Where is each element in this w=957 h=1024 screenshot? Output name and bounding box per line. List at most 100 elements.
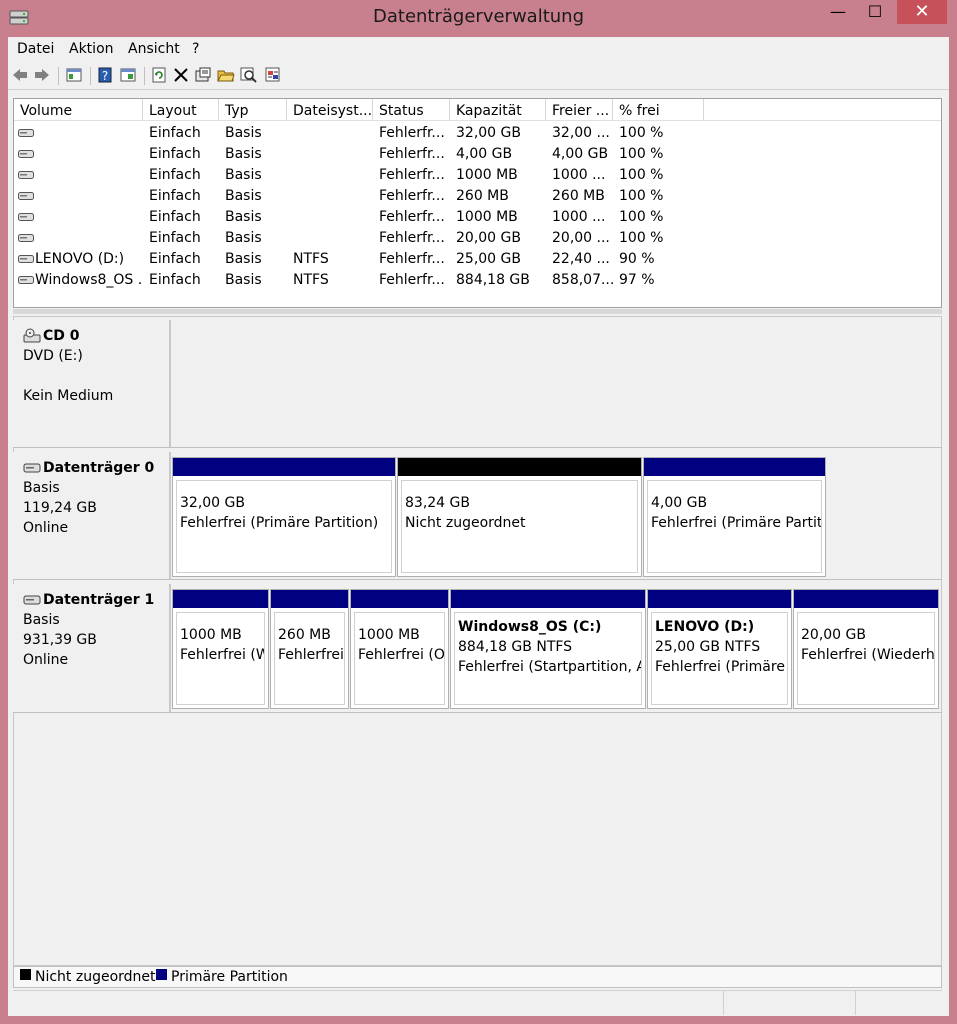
minimize-button[interactable]: — xyxy=(818,0,858,24)
volume-cell: Windows8_OS ... xyxy=(35,272,143,288)
volume-row[interactable]: Einfach Basis Fehlerfr... 260 MB 260 MB 100 % xyxy=(14,186,941,207)
volume-cell: Einfach xyxy=(149,230,201,246)
partition-size: 884,18 GB NTFS xyxy=(458,639,573,655)
volume-row[interactable]: Einfach Basis Fehlerfr... 4,00 GB 4,00 GB 100… xyxy=(14,144,941,165)
volume-cell xyxy=(35,207,143,228)
menu-bar: Datei Aktion Ansicht ? xyxy=(8,37,949,62)
partition-details: LENOVO (D:) 25,00 GB NTFS Fehlerfrei (Prim… xyxy=(651,612,788,705)
forward-icon[interactable] xyxy=(33,66,51,84)
volume-row[interactable]: Einfach Basis Fehlerfr... 20,00 GB 20,00 ...… xyxy=(14,228,941,249)
column-header-freier[interactable]: Freier ... xyxy=(546,99,613,121)
column-header-layout[interactable]: Layout xyxy=(143,99,219,121)
column-header-kapazitaet[interactable]: Kapazität xyxy=(450,99,546,121)
status-bar xyxy=(13,990,942,1015)
partition-color-bar xyxy=(648,590,791,608)
volume-cell: 1000 ... xyxy=(552,209,606,225)
pane-splitter[interactable] xyxy=(13,309,942,314)
volume-cell: Basis xyxy=(225,251,262,267)
settings-icon[interactable] xyxy=(264,66,282,84)
disk-info-1[interactable]: Datenträger 1 Basis 931,39 GB Online xyxy=(13,584,171,712)
volume-row[interactable]: Einfach Basis Fehlerfr... 1000 MB 1000 ... 10… xyxy=(14,165,941,186)
volume-cell: 32,00 ... xyxy=(552,125,610,141)
disk-type: DVD (E:) xyxy=(23,348,83,364)
volume-cell: 100 % xyxy=(619,146,664,162)
column-header-typ[interactable]: Typ xyxy=(219,99,287,121)
partition-disk0-2[interactable]: 4,00 GB Fehlerfrei (Primäre Partition) xyxy=(643,457,826,577)
menu-aktion[interactable]: Aktion xyxy=(69,41,114,57)
close-button[interactable]: ✕ xyxy=(897,0,947,24)
volume-cell: 100 % xyxy=(619,125,664,141)
volume-cell: 100 % xyxy=(619,167,664,183)
partition-color-bar xyxy=(451,590,645,608)
partition-disk1-0[interactable]: 1000 MB Fehlerfrei (Wiederherstellungspar… xyxy=(172,589,269,709)
volume-cell: 1000 ... xyxy=(552,167,606,183)
partition-disk1-2[interactable]: 1000 MB Fehlerfrei (OEM-Partition) xyxy=(350,589,449,709)
partition-disk1-4[interactable]: LENOVO (D:) 25,00 GB NTFS Fehlerfrei (Prim… xyxy=(647,589,792,709)
disk-size xyxy=(23,366,169,386)
menu-help[interactable]: ? xyxy=(192,41,199,57)
volume-cell: 858,07... xyxy=(552,272,613,288)
volume-icon xyxy=(18,192,34,200)
partition-size: 83,24 GB xyxy=(405,495,470,511)
partition-color-bar xyxy=(173,590,268,608)
volume-cell: 90 % xyxy=(619,251,655,267)
partition-disk1-1[interactable]: 260 MB Fehlerfrei (EFI-Systempartition) xyxy=(270,589,349,709)
column-header-status[interactable]: Status xyxy=(373,99,450,121)
partition-details: 32,00 GB Fehlerfrei (Primäre Partition) xyxy=(176,480,392,573)
volume-cell: Einfach xyxy=(149,272,201,288)
disk-status: Kein Medium xyxy=(23,388,114,404)
volume-cell: 22,40 ... xyxy=(552,251,610,267)
column-header-volume[interactable]: Volume xyxy=(14,99,143,121)
refresh-icon[interactable] xyxy=(150,66,168,84)
disk-type: Basis xyxy=(23,480,60,496)
console-tree-icon[interactable] xyxy=(65,66,83,84)
volume-icon xyxy=(18,276,34,284)
volume-cell xyxy=(293,144,373,165)
find-icon[interactable] xyxy=(240,66,258,84)
volume-row[interactable]: Einfach Basis Fehlerfr... 1000 MB 1000 ... 10… xyxy=(14,207,941,228)
maximize-button[interactable]: ☐ xyxy=(855,0,895,24)
partition-status: Fehlerfrei (Primäre Partition) xyxy=(180,515,379,531)
volume-cell: 32,00 GB xyxy=(456,125,521,141)
legend-bar: Nicht zugeordnet Primäre Partition xyxy=(13,966,942,988)
open-icon[interactable] xyxy=(217,66,235,84)
partition-size: 1000 MB xyxy=(180,627,242,643)
volume-cell: 1000 MB xyxy=(456,167,518,183)
volume-cell: Basis xyxy=(225,272,262,288)
disk-info-cd0[interactable]: CD 0 DVD (E:) Kein Medium xyxy=(13,320,171,447)
menu-ansicht[interactable]: Ansicht xyxy=(128,41,180,57)
partition-status: Fehlerfrei (OEM-Partition) xyxy=(358,647,445,663)
volume-cell xyxy=(293,165,373,186)
delete-icon[interactable] xyxy=(172,66,190,84)
partition-disk1-3[interactable]: Windows8_OS (C:) 884,18 GB NTFS Fehlerfrei… xyxy=(450,589,646,709)
properties-icon[interactable] xyxy=(194,66,212,84)
menu-datei[interactable]: Datei xyxy=(17,41,54,57)
partition-disk0-0[interactable]: 32,00 GB Fehlerfrei (Primäre Partition) xyxy=(172,457,396,577)
volume-row[interactable]: LENOVO (D:) Einfach Basis NTFS Fehlerfr... 25… xyxy=(14,249,941,270)
volume-cell: Fehlerfr... xyxy=(379,251,445,267)
partition-status: Fehlerfrei (EFI-Systempartition) xyxy=(278,647,344,663)
volume-cell: Einfach xyxy=(149,209,201,225)
column-header-prozent-frei[interactable]: % frei xyxy=(613,99,704,121)
volume-cell: Fehlerfr... xyxy=(379,209,445,225)
toolbar-separator xyxy=(90,67,91,85)
volume-cell: 260 MB xyxy=(552,188,605,204)
view-icon[interactable] xyxy=(119,66,137,84)
volume-row[interactable]: Windows8_OS ... Einfach Basis NTFS Fehlerfr.… xyxy=(14,270,941,291)
volume-cell: Einfach xyxy=(149,167,201,183)
volume-icon xyxy=(18,150,34,158)
help-icon[interactable]: ? xyxy=(96,66,114,84)
volume-cell xyxy=(35,228,143,249)
volume-cell: NTFS xyxy=(293,251,329,267)
partition-disk1-5[interactable]: 20,00 GB Fehlerfrei (Wiederherstellungspa… xyxy=(793,589,939,709)
partition-size: 260 MB xyxy=(278,627,331,643)
disk-info-0[interactable]: Datenträger 0 Basis 119,24 GB Online xyxy=(13,452,171,579)
column-header-dateisystem[interactable]: Dateisyst... xyxy=(287,99,373,121)
volume-cell: 1000 MB xyxy=(456,209,518,225)
volume-cell: 4,00 GB xyxy=(456,146,513,162)
legend-swatch-unallocated xyxy=(20,969,31,980)
volume-row[interactable]: Einfach Basis Fehlerfr... 32,00 GB 32,00 ...… xyxy=(14,123,941,144)
volume-cell: Einfach xyxy=(149,188,201,204)
partition-disk0-1[interactable]: 83,24 GB Nicht zugeordnet xyxy=(397,457,642,577)
back-icon[interactable] xyxy=(11,66,29,84)
